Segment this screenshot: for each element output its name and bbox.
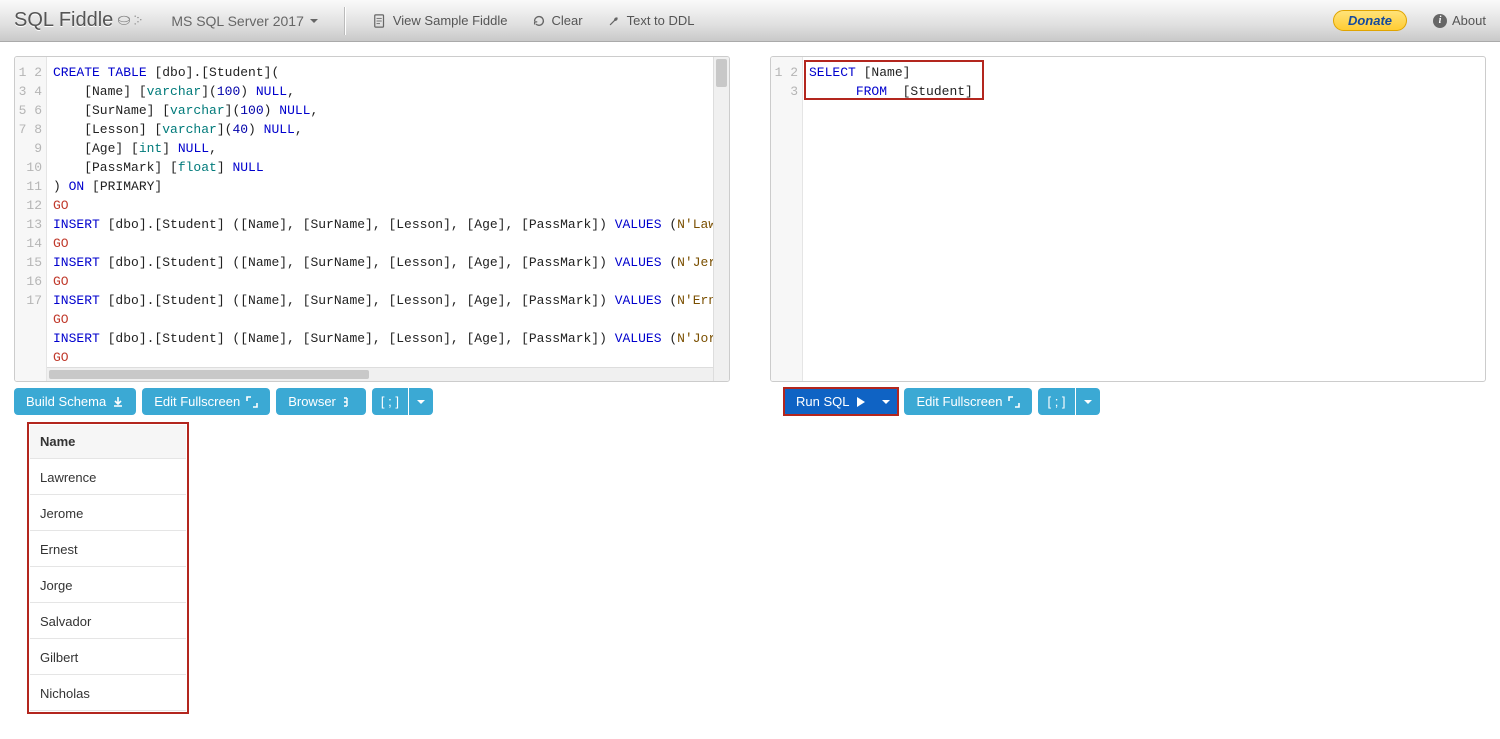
db-engine-label: MS SQL Server 2017	[171, 13, 304, 29]
result-cell: Lawrence	[30, 461, 186, 495]
schema-terminator-button[interactable]: [ ; ]	[372, 388, 408, 415]
edit-fullscreen-query-button[interactable]: Edit Fullscreen	[904, 388, 1032, 415]
browser-label: Browser	[288, 394, 336, 409]
result-cell: Nicholas	[30, 677, 186, 711]
results-area: Name LawrenceJeromeErnestJorgeSalvadorGi…	[0, 423, 1500, 739]
result-cell: Ernest	[30, 533, 186, 567]
caret-down-icon	[1084, 400, 1092, 404]
schema-terminator-caret[interactable]	[409, 388, 433, 415]
divider	[344, 7, 345, 35]
query-buttons: Run SQL Edit Fullscreen [ ; ]	[770, 388, 1500, 423]
result-cell: Jorge	[30, 569, 186, 603]
text-to-ddl-label: Text to DDL	[627, 13, 695, 28]
table-row: Lawrence	[30, 461, 186, 495]
expand-icon	[246, 396, 258, 408]
result-cell: Jerome	[30, 497, 186, 531]
caret-down-icon	[310, 19, 318, 23]
table-row: Nicholas	[30, 677, 186, 711]
caret-down-icon	[882, 400, 890, 404]
run-sql-button[interactable]: Run SQL	[784, 388, 879, 415]
info-icon: i	[1433, 14, 1447, 28]
build-schema-button[interactable]: Build Schema	[14, 388, 136, 415]
wrench-icon	[607, 14, 621, 28]
editors-row: 1 2 3 4 5 6 7 8 9 10 11 12 13 14 15 16 1…	[0, 42, 1500, 388]
donate-label: Donate	[1348, 13, 1392, 28]
clear-label: Clear	[552, 13, 583, 28]
download-icon	[112, 396, 124, 408]
table-row: Gilbert	[30, 641, 186, 675]
refresh-icon	[532, 14, 546, 28]
donate-button[interactable]: Donate	[1333, 10, 1407, 31]
table-row: Jerome	[30, 497, 186, 531]
query-terminator-label: [ ; ]	[1047, 394, 1065, 409]
build-schema-label: Build Schema	[26, 394, 106, 409]
document-icon	[373, 14, 387, 28]
horizontal-scrollbar[interactable]	[47, 367, 713, 381]
expand-icon	[1008, 396, 1020, 408]
schema-code[interactable]: CREATE TABLE [dbo].[Student]( [Name] [va…	[15, 57, 729, 373]
edit-fullscreen-schema-label: Edit Fullscreen	[154, 394, 240, 409]
play-icon	[855, 396, 867, 408]
table-row: Jorge	[30, 569, 186, 603]
table-row: Salvador	[30, 605, 186, 639]
query-terminator-button[interactable]: [ ; ]	[1038, 388, 1074, 415]
query-line-gutter: 1 2 3	[771, 57, 803, 381]
view-sample-fiddle-link[interactable]: View Sample Fiddle	[363, 9, 518, 32]
table-row: Ernest	[30, 533, 186, 567]
about-link[interactable]: i About	[1433, 13, 1486, 28]
query-code[interactable]: SELECT [Name] FROM [Student]	[771, 57, 1485, 107]
result-cell: Salvador	[30, 605, 186, 639]
caret-down-icon	[417, 400, 425, 404]
schema-terminator-label: [ ; ]	[381, 394, 399, 409]
brand-logo-icon	[117, 12, 145, 30]
edit-fullscreen-schema-button[interactable]: Edit Fullscreen	[142, 388, 270, 415]
vertical-scrollbar[interactable]	[713, 57, 729, 381]
result-cell: Gilbert	[30, 641, 186, 675]
view-sample-label: View Sample Fiddle	[393, 13, 508, 28]
brand-label: SQL Fiddle	[14, 9, 113, 32]
db-engine-dropdown[interactable]: MS SQL Server 2017	[163, 9, 326, 33]
brand[interactable]: SQL Fiddle	[14, 9, 145, 32]
clear-link[interactable]: Clear	[522, 9, 593, 32]
run-sql-label: Run SQL	[796, 394, 849, 409]
query-editor[interactable]: 1 2 3 SELECT [Name] FROM [Student]	[770, 56, 1486, 382]
schema-buttons: Build Schema Edit Fullscreen Browser [ ;…	[0, 388, 730, 423]
run-sql-caret[interactable]	[874, 388, 898, 415]
query-terminator-caret[interactable]	[1076, 388, 1100, 415]
run-sql-group: Run SQL	[784, 388, 898, 415]
edit-fullscreen-query-label: Edit Fullscreen	[916, 394, 1002, 409]
about-label: About	[1452, 13, 1486, 28]
editor-button-row: Build Schema Edit Fullscreen Browser [ ;…	[0, 388, 1500, 423]
text-to-ddl-link[interactable]: Text to DDL	[597, 9, 705, 32]
schema-line-gutter: 1 2 3 4 5 6 7 8 9 10 11 12 13 14 15 16 1…	[15, 57, 47, 381]
browser-button[interactable]: Browser	[276, 388, 366, 415]
schema-editor[interactable]: 1 2 3 4 5 6 7 8 9 10 11 12 13 14 15 16 1…	[14, 56, 730, 382]
tree-icon	[342, 396, 354, 408]
results-header: Name	[30, 425, 186, 459]
results-table: Name LawrenceJeromeErnestJorgeSalvadorGi…	[28, 423, 188, 713]
top-toolbar: SQL Fiddle MS SQL Server 2017 View Sampl…	[0, 0, 1500, 42]
